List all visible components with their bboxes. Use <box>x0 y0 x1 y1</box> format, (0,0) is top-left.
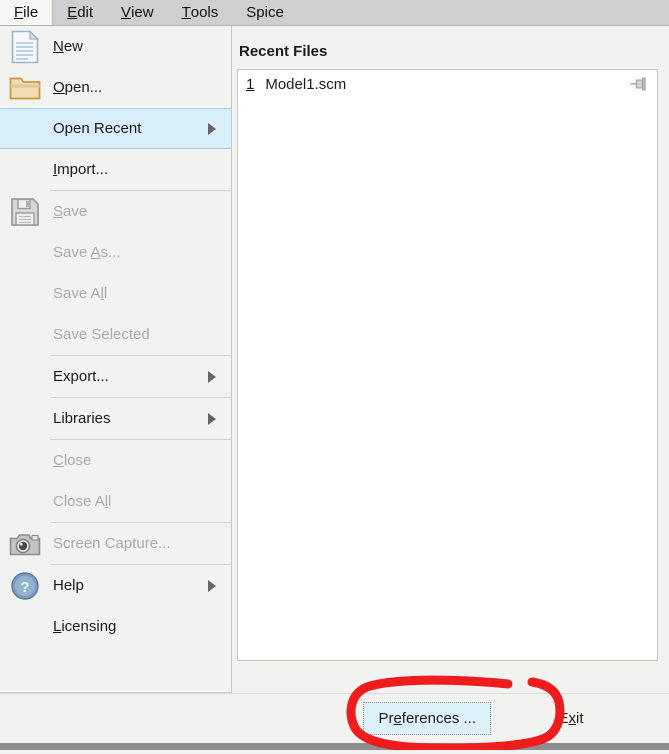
menu-gutter-empty <box>0 232 50 273</box>
menubar-item-spice[interactable]: Spice <box>232 0 298 25</box>
menu-item-help-label: Help <box>53 577 84 594</box>
menu-item-save: Save <box>0 191 231 232</box>
menu-item-close-all-label: Close All <box>53 493 112 510</box>
menu-item-help[interactable]: ? Help <box>0 565 231 606</box>
recent-files-list[interactable]: 1 Model1.scm <box>237 69 658 661</box>
menu-item-licensing-label: Licensing <box>53 618 117 635</box>
recent-file-index: 1 <box>246 75 255 93</box>
chevron-right-icon <box>203 412 221 425</box>
menu-item-close-all: Close All <box>0 481 231 522</box>
menu-gutter-empty <box>0 606 50 647</box>
menu-gutter-empty <box>0 109 50 148</box>
chevron-right-icon <box>203 370 221 383</box>
menu-item-screen-capture-label: Screen Capture... <box>53 535 171 552</box>
menu-item-open[interactable]: Open... <box>0 67 231 108</box>
menubar-spice-label: Spice <box>246 4 284 21</box>
menu-gutter-empty <box>0 273 50 314</box>
recent-files-title: Recent Files <box>239 43 328 60</box>
menu-gutter-empty <box>0 481 50 522</box>
menu-item-new[interactable]: New <box>0 26 231 67</box>
exit-button-label: Exit <box>558 710 584 727</box>
menubar-item-tools[interactable]: Tools <box>168 0 233 25</box>
menubar-edit-rest: dit <box>77 4 94 21</box>
menubar-tools-mnemonic: T <box>181 4 191 21</box>
menu-item-close: Close <box>0 440 231 481</box>
menu-item-libraries[interactable]: Libraries <box>0 398 231 439</box>
file-menu-dropdown: New Open... Open Recent Import... Save S… <box>0 26 232 693</box>
menu-item-licensing[interactable]: Licensing <box>0 606 231 647</box>
menubar-item-edit[interactable]: Edit <box>53 0 107 25</box>
menubar-edit-mnemonic: E <box>67 4 78 21</box>
menu-item-save-label: Save <box>53 203 88 220</box>
menubar-view-rest: iew <box>131 4 154 21</box>
menu-item-screen-capture: Screen Capture... <box>0 523 231 564</box>
svg-text:?: ? <box>20 579 29 596</box>
exit-button[interactable]: Exit <box>519 702 623 735</box>
bottom-button-bar: Preferences ... Exit <box>0 693 669 743</box>
help-circle-icon: ? <box>0 565 50 606</box>
menu-item-save-as: Save As... <box>0 232 231 273</box>
pushpin-icon[interactable] <box>629 76 649 92</box>
menubar-file-rest: ile <box>23 4 39 21</box>
menu-item-open-recent-label: Open Recent <box>53 120 142 137</box>
chevron-right-icon <box>203 579 221 592</box>
menu-gutter-empty <box>0 314 50 355</box>
folder-icon <box>0 67 50 108</box>
menu-item-open-recent[interactable]: Open Recent <box>0 108 231 149</box>
menu-gutter-empty <box>0 149 50 190</box>
menu-gutter-empty <box>0 398 50 439</box>
menu-item-save-selected-label: Save Selected <box>53 326 150 343</box>
recent-files-pane: Recent Files 1 Model1.scm <box>232 26 669 693</box>
preferences-button[interactable]: Preferences ... <box>363 702 491 735</box>
menu-item-import[interactable]: Import... <box>0 149 231 190</box>
menubar-tools-rest: ools <box>190 4 219 21</box>
menu-item-libraries-label: Libraries <box>53 410 111 427</box>
recent-file-row[interactable]: 1 Model1.scm <box>238 70 657 98</box>
camera-icon <box>0 523 50 564</box>
menu-item-open-label: Open... <box>53 79 103 96</box>
menu-gutter-empty <box>0 440 50 481</box>
chevron-right-icon <box>203 122 221 135</box>
recent-file-name: Model1.scm <box>265 75 347 93</box>
menubar-view-mnemonic: V <box>121 4 132 21</box>
menu-bar: File Edit View Tools Spice <box>0 0 669 26</box>
menubar-item-view[interactable]: View <box>107 0 168 25</box>
menu-item-save-all: Save All <box>0 273 231 314</box>
menu-item-close-label: Close <box>53 452 92 469</box>
menu-item-import-label: Import... <box>53 161 109 178</box>
desktop-strip <box>0 743 669 750</box>
menu-item-export[interactable]: Export... <box>0 356 231 397</box>
menu-item-save-as-label: Save As... <box>53 244 121 261</box>
menubar-item-file[interactable]: File <box>0 0 54 25</box>
preferences-button-label: Preferences ... <box>378 710 476 727</box>
floppy-disk-icon <box>0 191 50 232</box>
menu-item-save-selected: Save Selected <box>0 314 231 355</box>
document-icon <box>0 26 50 67</box>
menu-gutter-empty <box>0 356 50 397</box>
menubar-file-mnemonic: F <box>14 4 24 21</box>
menu-item-save-all-label: Save All <box>53 285 108 302</box>
menu-item-new-label: New <box>53 38 84 55</box>
menu-item-export-label: Export... <box>53 368 109 385</box>
